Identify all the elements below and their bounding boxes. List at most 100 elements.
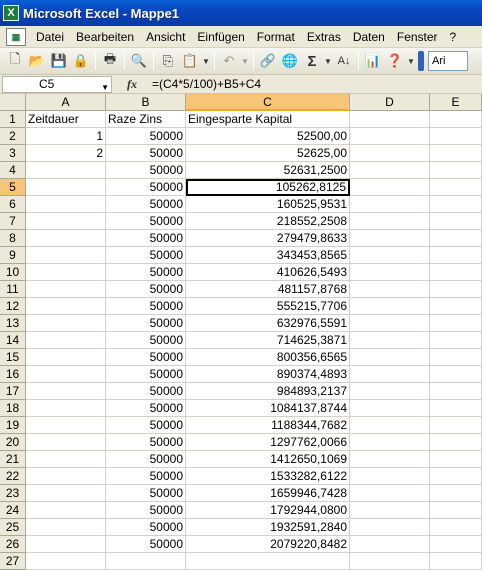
row-header-14[interactable]: 14 xyxy=(0,332,26,349)
cell-b14[interactable]: 50000 xyxy=(106,332,186,349)
cell-c8[interactable]: 279479,8633 xyxy=(186,230,350,247)
row-header-10[interactable]: 10 xyxy=(0,264,26,281)
menu-extras[interactable]: Extras xyxy=(301,27,347,47)
cell-c14[interactable]: 714625,3871 xyxy=(186,332,350,349)
cell-a10[interactable] xyxy=(26,264,106,281)
cell-a3[interactable]: 2 xyxy=(26,145,106,162)
cell-a5[interactable] xyxy=(26,179,106,196)
open-folder-icon[interactable]: 📂 xyxy=(26,50,48,72)
cell-b26[interactable]: 50000 xyxy=(106,536,186,553)
cell-b15[interactable]: 50000 xyxy=(106,349,186,366)
cell-b23[interactable]: 50000 xyxy=(106,485,186,502)
toolbar-grip-icon[interactable] xyxy=(418,51,424,71)
cell-b8[interactable]: 50000 xyxy=(106,230,186,247)
cell-e3[interactable] xyxy=(430,145,482,162)
cell-b2[interactable]: 50000 xyxy=(106,128,186,145)
cell-d15[interactable] xyxy=(350,349,430,366)
cell-e16[interactable] xyxy=(430,366,482,383)
menu-ansicht[interactable]: Ansicht xyxy=(140,27,191,47)
cell-e22[interactable] xyxy=(430,468,482,485)
cell-c16[interactable]: 890374,4893 xyxy=(186,366,350,383)
cell-d13[interactable] xyxy=(350,315,430,332)
cell-b16[interactable]: 50000 xyxy=(106,366,186,383)
cell-a6[interactable] xyxy=(26,196,106,213)
paste-dropdown-icon[interactable]: ▼ xyxy=(201,50,211,72)
row-header-17[interactable]: 17 xyxy=(0,383,26,400)
column-header-c[interactable]: C xyxy=(186,94,350,111)
cell-c9[interactable]: 343453,8565 xyxy=(186,247,350,264)
cell-c3[interactable]: 52625,00 xyxy=(186,145,350,162)
row-header-15[interactable]: 15 xyxy=(0,349,26,366)
menu-fenster[interactable]: Fenster xyxy=(391,27,444,47)
cell-b4[interactable]: 50000 xyxy=(106,162,186,179)
cell-b7[interactable]: 50000 xyxy=(106,213,186,230)
cell-a17[interactable] xyxy=(26,383,106,400)
cell-c13[interactable]: 632976,5591 xyxy=(186,315,350,332)
cell-d23[interactable] xyxy=(350,485,430,502)
cell-c17[interactable]: 984893,2137 xyxy=(186,383,350,400)
excel-app-icon[interactable]: X xyxy=(3,5,19,21)
cell-c1[interactable]: Eingesparte Kapital xyxy=(186,111,350,128)
cell-e27[interactable] xyxy=(430,553,482,570)
menu-einfuegen[interactable]: Einfügen xyxy=(191,27,250,47)
cell-a25[interactable] xyxy=(26,519,106,536)
cell-e10[interactable] xyxy=(430,264,482,281)
cell-b1[interactable]: Raze Zins xyxy=(106,111,186,128)
cell-e13[interactable] xyxy=(430,315,482,332)
cell-d6[interactable] xyxy=(350,196,430,213)
insert-function-icon[interactable]: fx xyxy=(112,77,152,92)
cell-d8[interactable] xyxy=(350,230,430,247)
cell-d25[interactable] xyxy=(350,519,430,536)
cell-a7[interactable] xyxy=(26,213,106,230)
cell-e8[interactable] xyxy=(430,230,482,247)
row-header-26[interactable]: 26 xyxy=(0,536,26,553)
cell-b12[interactable]: 50000 xyxy=(106,298,186,315)
cell-c7[interactable]: 218552,2508 xyxy=(186,213,350,230)
cell-d19[interactable] xyxy=(350,417,430,434)
cell-d26[interactable] xyxy=(350,536,430,553)
row-header-24[interactable]: 24 xyxy=(0,502,26,519)
row-header-11[interactable]: 11 xyxy=(0,281,26,298)
cell-c6[interactable]: 160525,9531 xyxy=(186,196,350,213)
help-icon[interactable]: ❓ xyxy=(384,50,406,72)
font-name-field[interactable]: Ari xyxy=(428,51,468,71)
cell-a21[interactable] xyxy=(26,451,106,468)
cell-a20[interactable] xyxy=(26,434,106,451)
cell-d11[interactable] xyxy=(350,281,430,298)
cell-a26[interactable] xyxy=(26,536,106,553)
row-header-22[interactable]: 22 xyxy=(0,468,26,485)
formula-input[interactable]: =(C4*5/100)+B5+C4 xyxy=(152,76,261,93)
cell-e11[interactable] xyxy=(430,281,482,298)
column-header-d[interactable]: D xyxy=(350,94,430,111)
cell-b10[interactable]: 50000 xyxy=(106,264,186,281)
cell-d24[interactable] xyxy=(350,502,430,519)
cell-b17[interactable]: 50000 xyxy=(106,383,186,400)
cell-c22[interactable]: 1533282,6122 xyxy=(186,468,350,485)
select-all-corner[interactable] xyxy=(0,94,26,111)
cell-b21[interactable]: 50000 xyxy=(106,451,186,468)
cell-d10[interactable] xyxy=(350,264,430,281)
chevron-down-icon[interactable]: ▼ xyxy=(101,80,109,95)
cell-c5[interactable]: 105262,8125 xyxy=(186,179,350,196)
cell-c12[interactable]: 555215,7706 xyxy=(186,298,350,315)
row-header-27[interactable]: 27 xyxy=(0,553,26,570)
cell-a15[interactable] xyxy=(26,349,106,366)
cell-b11[interactable]: 50000 xyxy=(106,281,186,298)
column-header-a[interactable]: A xyxy=(26,94,106,111)
cell-e15[interactable] xyxy=(430,349,482,366)
cell-e17[interactable] xyxy=(430,383,482,400)
row-header-8[interactable]: 8 xyxy=(0,230,26,247)
row-header-6[interactable]: 6 xyxy=(0,196,26,213)
cell-d16[interactable] xyxy=(350,366,430,383)
insert-hyperlink-icon[interactable]: 🔗 xyxy=(257,50,279,72)
chart-wizard-icon[interactable]: 📊 xyxy=(362,50,384,72)
cell-a1[interactable]: Zeitdauer xyxy=(26,111,106,128)
cell-c2[interactable]: 52500,00 xyxy=(186,128,350,145)
paste-icon[interactable]: 📋 xyxy=(179,50,201,72)
cell-b3[interactable]: 50000 xyxy=(106,145,186,162)
cell-e25[interactable] xyxy=(430,519,482,536)
autosum-icon[interactable]: Σ xyxy=(301,50,323,72)
row-header-18[interactable]: 18 xyxy=(0,400,26,417)
cell-a23[interactable] xyxy=(26,485,106,502)
cell-e19[interactable] xyxy=(430,417,482,434)
